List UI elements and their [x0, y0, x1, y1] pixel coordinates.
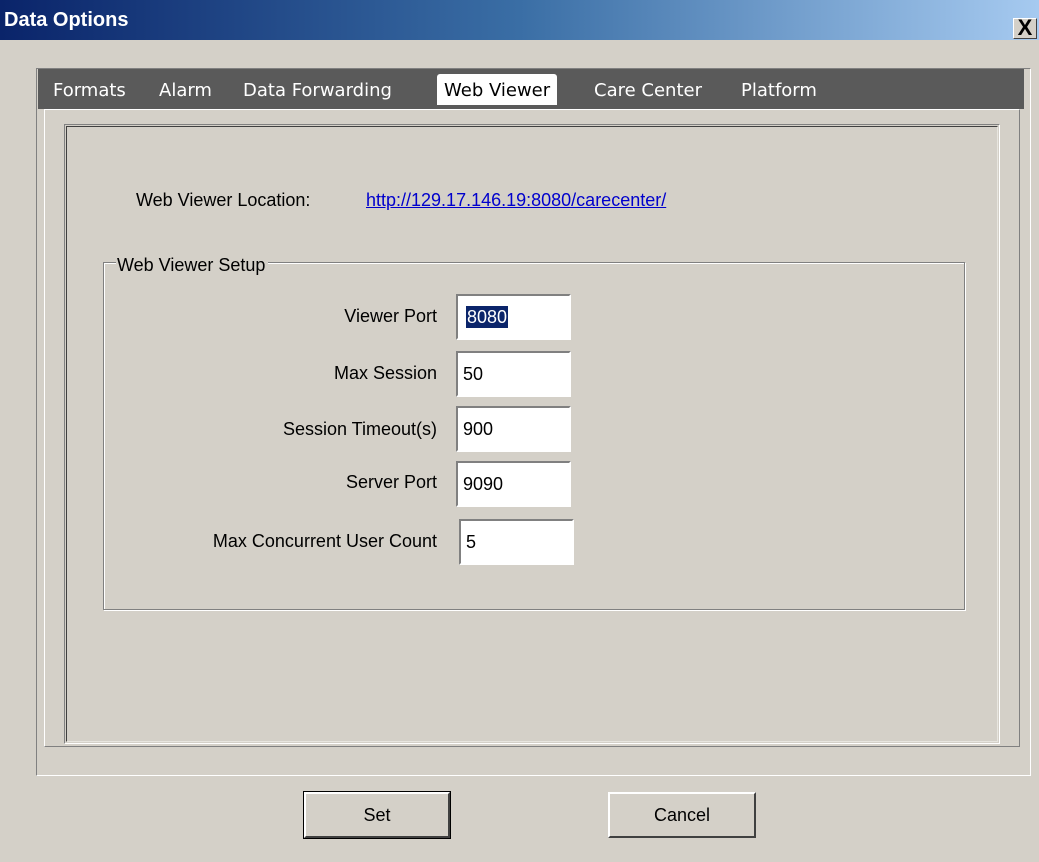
tab-platform[interactable]: Platform [741, 79, 817, 103]
title-bar[interactable]: Data Options X [0, 0, 1039, 40]
web-viewer-setup-title: Web Viewer Setup [116, 254, 269, 276]
max-concurrent-user-count-label: Max Concurrent User Count [212, 531, 437, 551]
tab-strip: Formats Alarm Data Forwarding Web Viewer… [38, 69, 1024, 109]
viewer-port-label: Viewer Port [344, 306, 437, 326]
session-timeout-input[interactable] [456, 406, 571, 452]
web-viewer-location-link[interactable]: http://129.17.146.19:8080/carecenter/ [366, 188, 666, 212]
server-port-label: Server Port [345, 472, 437, 492]
max-concurrent-user-count-input[interactable] [459, 519, 574, 565]
close-icon: X [1017, 15, 1033, 40]
tab-alarm[interactable]: Alarm [159, 79, 212, 103]
viewer-port-input[interactable] [456, 294, 571, 340]
tab-data-forwarding[interactable]: Data Forwarding [243, 79, 392, 103]
tab-web-viewer[interactable]: Web Viewer [437, 74, 558, 105]
session-timeout-label: Session Timeout(s) [282, 419, 437, 439]
data-options-dialog: Data Options X Formats Alarm Data Forwar… [0, 0, 1039, 862]
close-button[interactable]: X [1013, 15, 1037, 40]
window-title: Data Options [4, 9, 129, 31]
cancel-button[interactable]: Cancel [608, 792, 756, 838]
tab-care-center[interactable]: Care Center [594, 79, 702, 103]
max-session-label: Max Session [333, 363, 437, 383]
web-viewer-location-label: Web Viewer Location: [136, 190, 311, 210]
tab-formats[interactable]: Formats [53, 79, 126, 103]
server-port-input[interactable] [456, 461, 571, 507]
max-session-input[interactable] [456, 351, 571, 397]
set-button[interactable]: Set [303, 791, 451, 839]
